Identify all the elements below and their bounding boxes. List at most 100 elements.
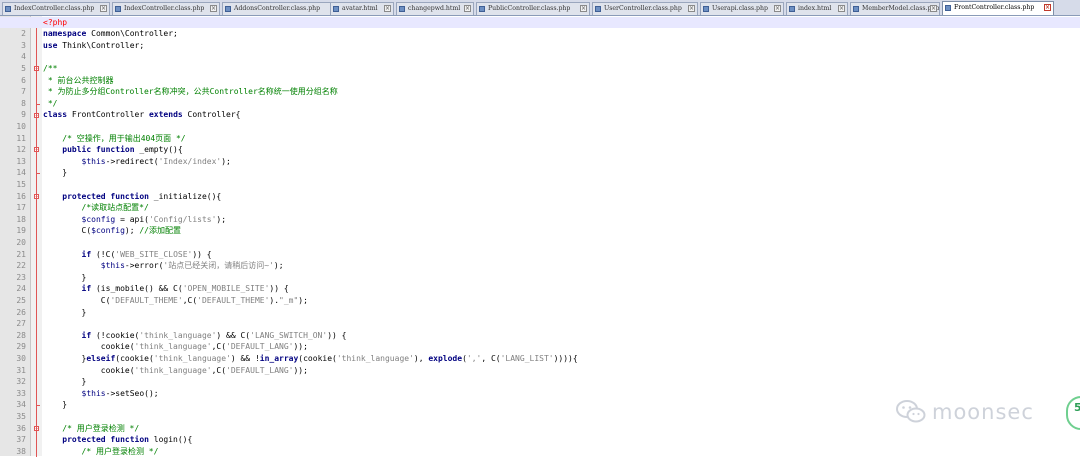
close-icon[interactable]: ×: [384, 5, 391, 12]
code-token: if: [81, 249, 92, 259]
code-text: $this->setSeo();: [43, 388, 159, 400]
code-token: (!cookie(: [91, 330, 140, 340]
code-token: if: [81, 284, 92, 294]
code-token: ).: [269, 295, 280, 305]
file-icon: [703, 6, 709, 12]
close-icon[interactable]: ×: [774, 5, 781, 12]
code-token: /*读取站点配置*/: [81, 203, 149, 213]
code-text: }: [43, 399, 67, 411]
code-token: $this: [81, 388, 106, 398]
line-number: 31: [16, 365, 26, 375]
code-token: 'think_language': [153, 353, 231, 363]
code-token: extends: [148, 110, 183, 120]
line-number: 4: [21, 52, 26, 62]
code-token: _empty(){: [134, 145, 183, 155]
code-text: * 前台公共控制器: [43, 75, 114, 87]
code-token: 'DEFAULT_THEME': [110, 295, 183, 305]
code-text: */: [43, 98, 58, 110]
tab-1[interactable]: IndexController.class.php ×: [112, 2, 220, 15]
file-icon: [5, 6, 11, 12]
code-token: $this: [81, 156, 106, 166]
code-token: _initialize(){: [148, 191, 222, 201]
tab-3[interactable]: avatar.html ×: [330, 2, 394, 15]
code-token: ));: [293, 342, 308, 352]
code-token: }: [43, 400, 68, 410]
close-icon[interactable]: ×: [1044, 4, 1051, 11]
code-token: }: [43, 377, 87, 387]
tab-label: avatar.html: [342, 5, 378, 12]
code-token: }: [43, 353, 87, 363]
line-number: 22: [16, 261, 26, 271]
code-token: /* 空操作，用于输出404页面 */: [62, 133, 186, 143]
code-token: C(: [43, 226, 92, 236]
code-editor[interactable]: <?php namespace Common\Controller; use Thi…: [0, 16, 1080, 456]
line-number: 32: [16, 377, 26, 387]
code-line[interactable]: <?php: [0, 16, 1080, 29]
line-number: 16: [16, 191, 26, 201]
tab-10[interactable]: FrontController.class.php ×: [942, 1, 1054, 15]
line-number: 38: [16, 446, 26, 456]
code-token: (is_mobile() && C(: [91, 284, 183, 294]
fold-guide: [36, 25, 37, 457]
tab-label: UserController.class.php: [604, 5, 682, 12]
code-text: }elseif(cookie('think_language') && !in_…: [43, 353, 578, 365]
tab-0[interactable]: IndexController.class.php ×: [2, 2, 110, 15]
code-token: );: [273, 261, 284, 271]
code-token: use: [43, 40, 58, 50]
code-token: );: [216, 214, 227, 224]
code-token: )) {: [327, 330, 347, 340]
tab-label: IndexController.class.php: [124, 5, 205, 12]
tab-5[interactable]: PublicController.class.php ×: [476, 2, 590, 15]
code-text: protected function login(){: [43, 434, 192, 446]
code-token: $config: [91, 226, 125, 236]
close-icon[interactable]: ×: [210, 5, 217, 12]
close-icon[interactable]: ×: [838, 5, 845, 12]
tab-6[interactable]: UserController.class.php ×: [592, 2, 698, 15]
code-text: public function _empty(){: [43, 144, 183, 156]
code-token: 'think_language': [134, 342, 212, 352]
code-token: ,C(: [182, 295, 198, 305]
file-icon: [333, 6, 339, 12]
line-number: 6: [21, 75, 26, 85]
line-number: 24: [16, 284, 26, 294]
close-icon[interactable]: ×: [930, 5, 937, 12]
fold-end-tick: [36, 103, 40, 105]
code-token: cookie(: [43, 365, 135, 375]
code-text: $config = api('Config/lists');: [43, 214, 227, 226]
fold-end-tick: [36, 173, 40, 175]
code-token: = api(: [115, 214, 149, 224]
tab-label: Userapi.class.php: [712, 5, 768, 12]
code-token: "_m": [279, 295, 299, 305]
code-token: 'think_language': [336, 353, 414, 363]
file-icon: [945, 5, 951, 11]
tab-8[interactable]: index.html ×: [786, 2, 848, 15]
code-text: class FrontController extends Controller…: [43, 109, 241, 121]
code-text: /*读取站点配置*/: [43, 202, 149, 214]
close-icon[interactable]: ×: [580, 5, 587, 12]
line-number: 29: [16, 342, 26, 352]
code-token: explode: [428, 353, 463, 363]
tab-label: index.html: [798, 5, 832, 12]
tab-2[interactable]: AddonsController.class.php×: [222, 2, 340, 15]
close-icon[interactable]: ×: [464, 5, 471, 12]
close-icon[interactable]: ×: [100, 5, 107, 12]
tab-label: MemberModel.class.php: [862, 5, 940, 12]
tab-9[interactable]: MemberModel.class.php ×: [850, 2, 940, 15]
tab-4[interactable]: changepwd.html ×: [396, 2, 474, 15]
tab-7[interactable]: Userapi.class.php ×: [700, 2, 784, 15]
line-number: 21: [16, 249, 26, 259]
code-text: cookie('think_language',C('DEFAULT_LANG'…: [43, 365, 308, 377]
close-icon[interactable]: ×: [688, 5, 695, 12]
line-number: 30: [16, 353, 26, 363]
code-token: }: [43, 307, 87, 317]
code-token: ,C(: [211, 342, 227, 352]
code-text: namespace Common\Controller;: [43, 28, 178, 40]
code-token: ));: [293, 365, 308, 375]
line-number: 5: [21, 63, 26, 73]
code-text: if (!cookie('think_language') && C('LANG…: [43, 330, 347, 342]
line-number-gutter: 1234567891011121314151617181920212223242…: [0, 16, 31, 456]
code-token: Common\Controller;: [86, 29, 178, 39]
